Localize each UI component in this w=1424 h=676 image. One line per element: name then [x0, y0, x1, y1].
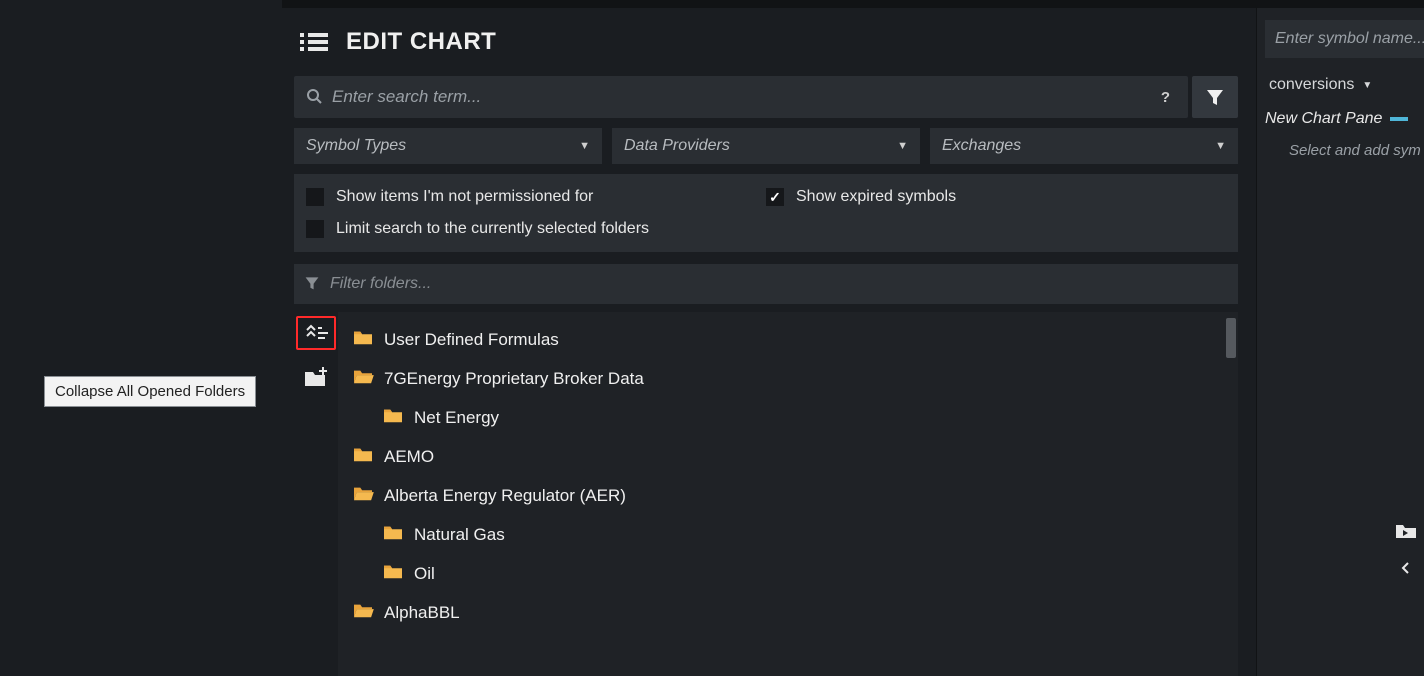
- search-icon: [306, 88, 322, 107]
- left-gutter: Collapse All Opened Folders: [0, 0, 282, 676]
- tree-item-label: Natural Gas: [414, 525, 505, 545]
- dropdown-label: Exchanges: [942, 137, 1021, 155]
- tree-item[interactable]: 7GEnergy Proprietary Broker Data: [338, 359, 1238, 398]
- collapse-tree-icon: [302, 321, 330, 345]
- collapse-panel-button[interactable]: [1392, 556, 1420, 580]
- symbol-types-dropdown[interactable]: Symbol Types ▼: [294, 128, 602, 164]
- folder-icon: [382, 523, 404, 546]
- checkbox-icon: [306, 188, 324, 206]
- search-input[interactable]: [332, 87, 1155, 107]
- symbol-name-placeholder: Enter symbol name...: [1275, 30, 1424, 48]
- folder-icon: [352, 445, 374, 468]
- filter-folders-placeholder: Filter folders...: [330, 275, 431, 293]
- tree-item-label: Oil: [414, 564, 435, 584]
- folder-tree[interactable]: User Defined Formulas 7GEnergy Proprietar…: [338, 312, 1238, 676]
- filter-folders-input[interactable]: Filter folders...: [294, 264, 1238, 304]
- check-label: Limit search to the currently selected f…: [336, 220, 649, 238]
- chevron-down-icon: ▼: [1362, 80, 1372, 91]
- tree-item[interactable]: User Defined Formulas: [338, 320, 1238, 359]
- check-label: Show expired symbols: [796, 188, 956, 206]
- tree-item-label: User Defined Formulas: [384, 330, 559, 350]
- symbol-name-input[interactable]: Enter symbol name...: [1265, 20, 1424, 58]
- conversions-dropdown[interactable]: conversions ▼: [1265, 70, 1424, 100]
- chevron-down-icon: ▼: [897, 140, 908, 152]
- folder-icon: [382, 406, 404, 429]
- new-chart-pane-label: New Chart Pane: [1265, 110, 1382, 128]
- folder-open-icon: [352, 367, 374, 390]
- main-panel: EDIT CHART ? Symbol Typ: [282, 0, 1256, 676]
- checkbox-icon: [306, 220, 324, 238]
- tree-item-label: AEMO: [384, 447, 434, 467]
- expand-panel-button[interactable]: [1392, 518, 1420, 542]
- funnel-icon: [304, 275, 320, 294]
- collapse-all-button[interactable]: [296, 316, 336, 350]
- conversions-label: conversions: [1269, 76, 1354, 94]
- new-folder-button[interactable]: [296, 360, 336, 394]
- folder-arrow-icon: [1394, 520, 1418, 540]
- right-hint-text: Select and add sym: [1289, 142, 1424, 159]
- collapse-folders-tooltip: Collapse All Opened Folders: [44, 376, 256, 407]
- right-panel: Enter symbol name... conversions ▼ New C…: [1256, 0, 1424, 676]
- list-icon: [300, 31, 328, 53]
- folder-open-icon: [352, 484, 374, 507]
- filter-toggle-button[interactable]: [1192, 76, 1238, 118]
- folder-icon: [352, 328, 374, 351]
- pane-color-swatch: [1390, 117, 1408, 121]
- panel-header: EDIT CHART: [282, 8, 1256, 76]
- tree-item[interactable]: Natural Gas: [338, 515, 1238, 554]
- data-providers-dropdown[interactable]: Data Providers ▼: [612, 128, 920, 164]
- search-box[interactable]: ?: [294, 76, 1188, 118]
- exchanges-dropdown[interactable]: Exchanges ▼: [930, 128, 1238, 164]
- scrollbar-thumb[interactable]: [1226, 318, 1236, 358]
- tree-item-label: AlphaBBL: [384, 603, 460, 623]
- tree-item[interactable]: AlphaBBL: [338, 593, 1238, 632]
- tree-item-label: Net Energy: [414, 408, 499, 428]
- funnel-icon: [1205, 87, 1225, 107]
- check-not-permissioned[interactable]: Show items I'm not permissioned for: [306, 188, 766, 206]
- folder-icon: [382, 562, 404, 585]
- tree-item-label: 7GEnergy Proprietary Broker Data: [384, 369, 644, 389]
- folder-open-icon: [352, 601, 374, 624]
- tree-item[interactable]: Alberta Energy Regulator (AER): [338, 476, 1238, 515]
- check-limit-folders[interactable]: Limit search to the currently selected f…: [306, 220, 1226, 238]
- check-expired-symbols[interactable]: Show expired symbols: [766, 188, 1226, 206]
- chevron-left-icon: [1399, 561, 1413, 575]
- check-label: Show items I'm not permissioned for: [336, 188, 593, 206]
- new-folder-icon: [303, 366, 329, 388]
- page-title: EDIT CHART: [346, 28, 496, 56]
- chevron-down-icon: ▼: [579, 140, 590, 152]
- tree-item[interactable]: Net Energy: [338, 398, 1238, 437]
- new-chart-pane[interactable]: New Chart Pane: [1265, 110, 1424, 128]
- tree-item[interactable]: Oil: [338, 554, 1238, 593]
- dropdown-label: Data Providers: [624, 137, 730, 155]
- search-options: Show items I'm not permissioned for Show…: [294, 174, 1238, 252]
- tree-item[interactable]: AEMO: [338, 437, 1238, 476]
- tree-item-label: Alberta Energy Regulator (AER): [384, 486, 626, 506]
- checkbox-checked-icon: [766, 188, 784, 206]
- chevron-down-icon: ▼: [1215, 140, 1226, 152]
- dropdown-label: Symbol Types: [306, 137, 406, 155]
- tree-side-toolbar: [294, 312, 338, 676]
- search-help-button[interactable]: ?: [1155, 89, 1176, 106]
